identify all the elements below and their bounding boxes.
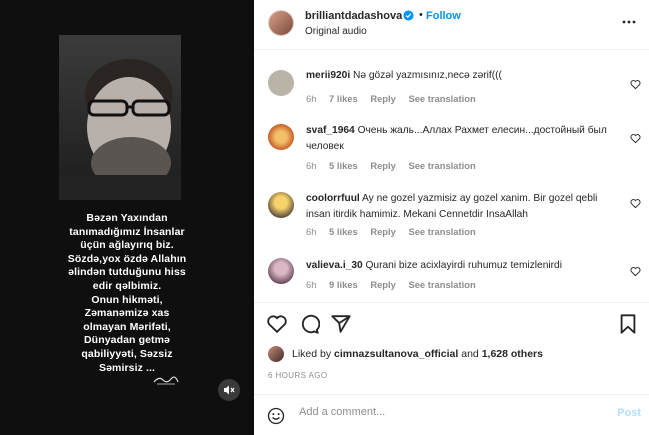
author-username[interactable]: brilliantdadashova — [305, 10, 402, 22]
reply-button[interactable]: Reply — [370, 226, 396, 237]
post-comment-button[interactable]: Post — [617, 407, 641, 419]
commenter-avatar[interactable] — [268, 192, 294, 218]
signature-logo — [153, 373, 179, 391]
caption-line: əlindən tutduğunu hiss — [68, 266, 186, 279]
caption-line: Onun hikməti, — [91, 293, 163, 306]
liker-avatar[interactable] — [268, 346, 284, 362]
post-sidebar: brilliantdadashova • Follow Original aud… — [254, 0, 649, 435]
comment-input[interactable] — [299, 406, 589, 418]
comment-age: 6h — [306, 279, 317, 290]
comment-bubble-icon[interactable] — [298, 313, 320, 335]
caption-line: edir qəlbimiz. — [92, 279, 162, 292]
reply-button[interactable]: Reply — [370, 279, 396, 290]
post-timestamp[interactable]: 6 HOURS AGO — [268, 371, 328, 380]
comment-likes[interactable]: 9 likes — [329, 279, 358, 290]
commenter-username[interactable]: merii920i — [306, 70, 350, 81]
emoji-smiley-icon[interactable] — [267, 407, 285, 425]
audio-label[interactable]: Original audio — [305, 26, 367, 37]
header-separator: • — [419, 9, 423, 21]
media-photo — [59, 35, 181, 200]
comment-text: Qurani bize acixlayirdi ruhumuz temizlen… — [365, 260, 562, 271]
see-translation-link[interactable]: See translation — [408, 93, 475, 104]
comment-likes[interactable]: 5 likes — [329, 160, 358, 171]
comment-age: 6h — [306, 160, 317, 171]
comment-text: Nə gözəl yazmısınız,necə zərif((( — [353, 70, 502, 81]
likes-others-link[interactable]: 1,628 others — [482, 348, 543, 360]
like-heart-icon[interactable] — [266, 313, 288, 335]
post-media[interactable]: Bəzən Yaxından tanımadığımız İnsanlar üç… — [0, 0, 254, 435]
commenter-username[interactable]: valieva.i_30 — [306, 260, 363, 271]
see-translation-link[interactable]: See translation — [408, 160, 475, 171]
reply-button[interactable]: Reply — [370, 160, 396, 171]
caption-line: olmayan Mərifəti, — [83, 320, 171, 333]
verified-badge-icon — [403, 10, 414, 21]
caption-line: Zəmanəmizə xas — [84, 307, 170, 320]
action-bar — [254, 302, 649, 347]
caption-line: Sözdə,yox özdə Allahın — [67, 252, 187, 265]
post-header: brilliantdadashova • Follow Original aud… — [254, 0, 649, 50]
speaker-muted-icon — [224, 385, 235, 395]
caption-line: Bəzən Yaxından — [86, 212, 168, 224]
share-paper-plane-icon[interactable] — [330, 313, 352, 335]
likes-prefix: Liked by — [292, 348, 332, 360]
add-comment-bar: Post — [254, 394, 649, 435]
likes-conj: and — [461, 348, 479, 360]
reply-button[interactable]: Reply — [370, 93, 396, 104]
caption-line: üçün ağlayırıq biz. — [80, 239, 174, 252]
see-translation-link[interactable]: See translation — [408, 226, 475, 237]
comment-likes[interactable]: 7 likes — [329, 93, 358, 104]
caption-line: tanımadığımız İnsanlar — [69, 225, 185, 238]
commenter-avatar[interactable] — [268, 124, 294, 150]
media-caption: Bəzən Yaxından tanımadığımız İnsanlar üç… — [62, 212, 192, 375]
see-translation-link[interactable]: See translation — [408, 279, 475, 290]
comment-like-icon[interactable] — [630, 79, 641, 90]
comment-age: 6h — [306, 226, 317, 237]
mute-button[interactable] — [218, 379, 240, 401]
liker-username[interactable]: cimnazsultanova_official — [334, 348, 458, 360]
comment-like-icon[interactable] — [630, 266, 641, 277]
commenter-username[interactable]: coolorrfuul — [306, 193, 360, 204]
commenter-avatar[interactable] — [268, 258, 294, 284]
comment-like-icon[interactable] — [630, 133, 641, 144]
commenter-avatar[interactable] — [268, 70, 294, 96]
comment-age: 6h — [306, 93, 317, 104]
commenter-username[interactable]: svaf_1964 — [306, 125, 355, 136]
comment-like-icon[interactable] — [630, 198, 641, 209]
caption-line: qabiliyyəti, Səzsiz — [81, 347, 173, 360]
author-avatar[interactable] — [268, 10, 294, 36]
likes-summary: Liked by cimnazsultanova_official and 1,… — [268, 346, 543, 362]
follow-button[interactable]: Follow — [426, 10, 461, 22]
more-options-icon[interactable] — [621, 14, 637, 30]
save-bookmark-icon[interactable] — [617, 313, 639, 335]
caption-line: Dünyadan getmə — [84, 334, 170, 347]
comment-likes[interactable]: 5 likes — [329, 226, 358, 237]
